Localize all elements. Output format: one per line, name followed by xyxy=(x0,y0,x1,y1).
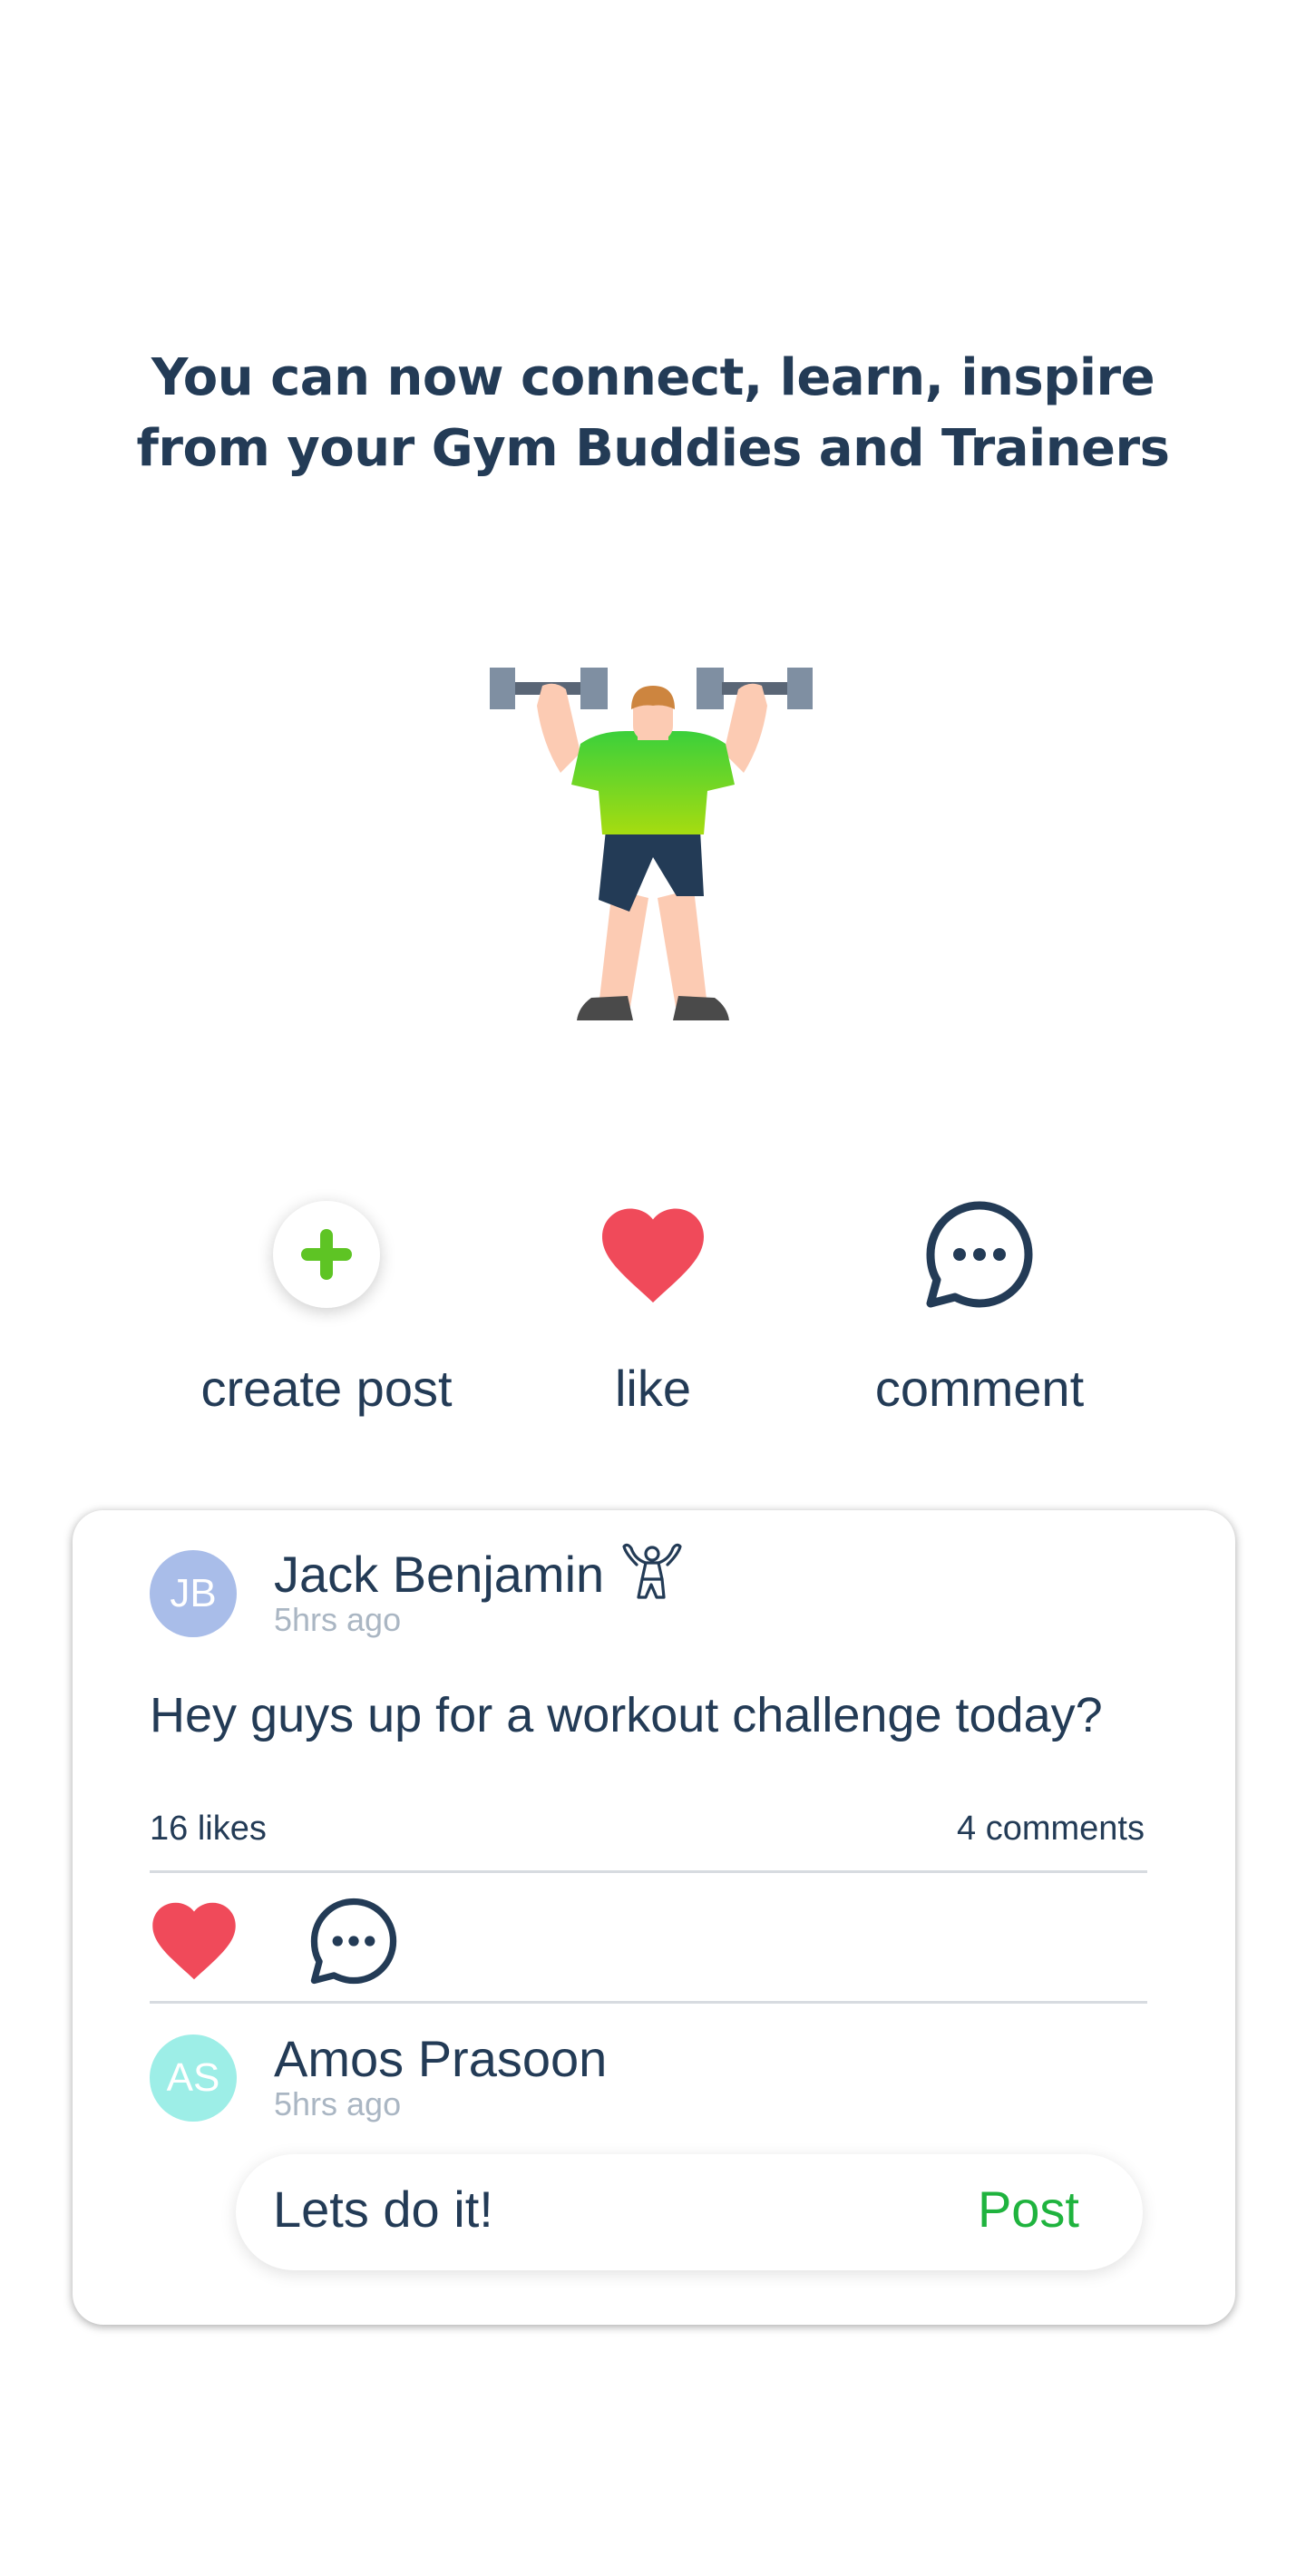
plus-icon[interactable] xyxy=(273,1201,380,1308)
post-author-name[interactable]: Jack Benjamin xyxy=(274,1545,604,1604)
speech-bubble-icon[interactable] xyxy=(923,1198,1036,1311)
headline-line-1: You can now connect, learn, inspire xyxy=(151,348,1155,407)
action-create-post[interactable]: create post xyxy=(163,1197,490,1418)
create-post-label: create post xyxy=(200,1360,453,1417)
heart-icon[interactable] xyxy=(599,1204,707,1305)
action-like[interactable]: like xyxy=(490,1197,816,1418)
reply-author-name[interactable]: Amos Prasoon xyxy=(274,2029,607,2088)
post-card: JB Jack Benjamin 5hrs ago Hey guys up fo… xyxy=(73,1510,1235,2325)
post-button[interactable]: Post xyxy=(978,2180,1079,2239)
page-title: You can now connect, learn, inspire from… xyxy=(0,343,1306,484)
likes-count[interactable]: 16 likes xyxy=(150,1810,267,1849)
comment-label: comment xyxy=(874,1360,1085,1417)
bodybuilder-icon xyxy=(622,1543,682,1599)
headline-line-2: from your Gym Buddies and Trainers xyxy=(136,419,1170,478)
divider xyxy=(150,2001,1147,2004)
action-comment[interactable]: comment xyxy=(816,1197,1143,1418)
comment-input[interactable]: Lets do it! xyxy=(273,2180,493,2239)
avatar[interactable]: JB xyxy=(150,1550,237,1637)
weightlifter-illustration xyxy=(490,653,816,1025)
avatar[interactable]: AS xyxy=(150,2034,237,2122)
comments-count[interactable]: 4 comments xyxy=(957,1810,1145,1849)
divider xyxy=(150,1870,1147,1873)
post-text: Hey guys up for a workout challenge toda… xyxy=(150,1688,1103,1742)
comment-input-box[interactable]: Lets do it! Post xyxy=(236,2154,1143,2270)
like-label: like xyxy=(614,1360,692,1417)
heart-icon[interactable] xyxy=(150,1898,239,1982)
reply-timestamp: 5hrs ago xyxy=(274,2085,402,2122)
speech-bubble-icon[interactable] xyxy=(308,1896,399,1986)
post-timestamp: 5hrs ago xyxy=(274,1601,402,1638)
